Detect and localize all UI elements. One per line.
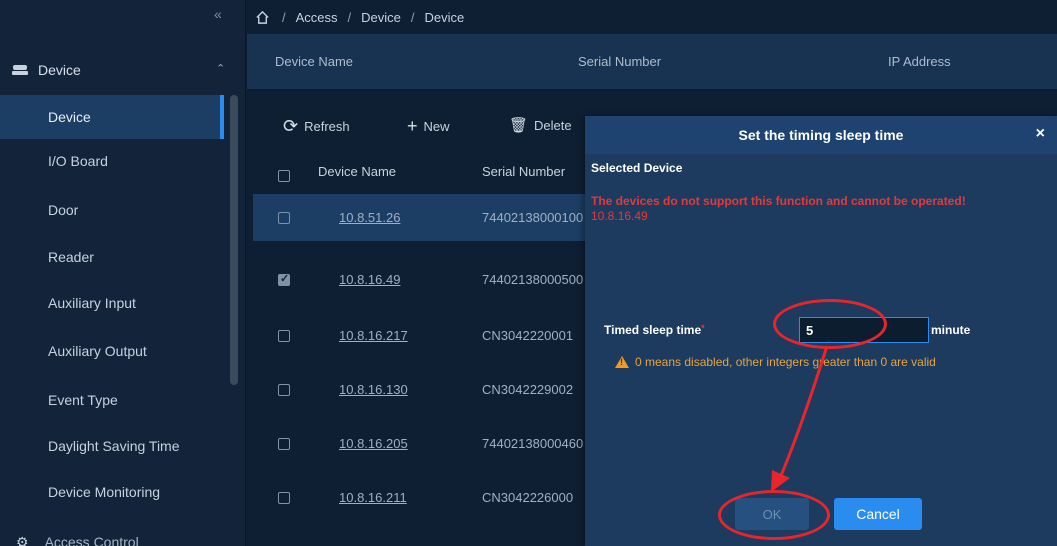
device-name-link[interactable]: 10.8.51.26 xyxy=(339,210,400,225)
sidebar-item-label: Door xyxy=(48,202,79,218)
collapse-sidebar-icon[interactable]: « xyxy=(214,6,222,22)
cancel-button[interactable]: Cancel xyxy=(834,498,922,530)
sidebar-item-device[interactable]: Device xyxy=(0,95,224,139)
unsupported-device-ip: 10.8.16.49 xyxy=(591,209,648,223)
sidebar-item-io-board[interactable]: I/O Board xyxy=(0,139,224,183)
plus-icon: + xyxy=(407,116,418,136)
sidebar-item-label: Reader xyxy=(48,249,94,265)
column-header[interactable]: Device Name xyxy=(318,164,396,179)
table-header: Device Name Serial Number xyxy=(247,152,587,188)
warning-icon xyxy=(615,356,629,368)
close-icon[interactable]: × xyxy=(1036,125,1045,143)
annotation-ring-ok xyxy=(718,490,830,540)
breadcrumb: / Access / Device / Device xyxy=(255,6,464,28)
annotation-ring-input xyxy=(773,299,887,349)
toolbar: ⟳ Refresh + New 🗑 Delete xyxy=(247,108,587,148)
sidebar-item-door[interactable]: Door xyxy=(0,188,224,232)
sidebar: « Device ⌃ Device I/O Board Door Reader … xyxy=(0,0,246,546)
row-checkbox[interactable] xyxy=(278,272,290,286)
serial-number: CN3042229002 xyxy=(482,382,574,397)
trash-icon: 🗑 xyxy=(509,117,529,134)
row-checkbox[interactable] xyxy=(278,492,290,504)
required-mark: * xyxy=(701,323,705,333)
sidebar-item-label: Auxiliary Output xyxy=(48,343,147,359)
sidebar-item-label: Device xyxy=(48,109,91,125)
table-row[interactable]: 10.8.16.217 CN3042220001 xyxy=(253,312,587,359)
refresh-label: Refresh xyxy=(304,119,350,134)
sidebar-group-label: Device xyxy=(38,62,81,78)
sidebar-group-device[interactable]: Device ⌃ xyxy=(0,50,246,90)
gear-icon: ⚙ xyxy=(16,533,29,546)
background-table-header: Device Name Serial Number IP Address xyxy=(247,34,1057,90)
table-row[interactable]: 10.8.16.205 74402138000460 xyxy=(253,420,587,467)
sidebar-group-label: Access Control xyxy=(44,534,139,546)
serial-number: 74402138000500 xyxy=(482,272,584,287)
column-header: Serial Number xyxy=(578,54,662,69)
sidebar-item-reader[interactable]: Reader xyxy=(0,235,224,279)
delete-label: Delete xyxy=(534,117,572,133)
breadcrumb-item[interactable]: Access xyxy=(296,10,338,25)
device-name-link[interactable]: 10.8.16.130 xyxy=(339,382,408,397)
hint-text: 0 means disabled, other integers greater… xyxy=(635,355,936,369)
unit-label: minute xyxy=(931,323,971,337)
sleep-time-label-text: Timed sleep time xyxy=(604,323,702,337)
new-label: New xyxy=(423,119,450,134)
sidebar-item-label: Auxiliary Input xyxy=(48,295,136,311)
dialog-title: Set the timing sleep time xyxy=(738,127,904,143)
breadcrumb-item[interactable]: Device xyxy=(361,10,401,25)
serial-number: 74402138000100 xyxy=(482,210,584,225)
row-checkbox[interactable] xyxy=(278,438,290,450)
unsupported-warning: The devices do not support this function… xyxy=(591,194,966,208)
sidebar-item-auxiliary-input[interactable]: Auxiliary Input xyxy=(0,281,224,325)
sidebar-item-label: Daylight Saving Time xyxy=(48,438,180,454)
table-row[interactable]: 10.8.16.211 CN3042226000 xyxy=(253,474,587,521)
hint-row: 0 means disabled, other integers greater… xyxy=(615,355,936,369)
sidebar-group-access-control[interactable]: ⚙ Access Control xyxy=(0,532,246,546)
device-name-link[interactable]: 10.8.16.217 xyxy=(339,328,408,343)
chevron-up-icon: ⌃ xyxy=(216,63,226,75)
row-checkbox[interactable] xyxy=(278,384,290,396)
refresh-button[interactable]: ⟳ Refresh xyxy=(283,116,350,137)
new-button[interactable]: + New xyxy=(407,116,450,137)
device-name-link[interactable]: 10.8.16.49 xyxy=(339,272,400,287)
sidebar-item-device-monitoring[interactable]: Device Monitoring xyxy=(0,470,224,514)
sidebar-item-daylight-saving-time[interactable]: Daylight Saving Time xyxy=(0,424,224,468)
table-row[interactable]: 10.8.51.26 74402138000100 xyxy=(253,194,587,241)
delete-button[interactable]: 🗑 Delete xyxy=(509,116,572,134)
column-header: IP Address xyxy=(888,54,951,69)
serial-number: 74402138000460 xyxy=(482,436,584,451)
column-header[interactable]: Serial Number xyxy=(482,164,565,179)
table-row[interactable]: 10.8.16.49 74402138000500 xyxy=(253,256,587,303)
sleep-time-label: Timed sleep time* xyxy=(604,323,705,337)
serial-number: CN3042226000 xyxy=(482,490,574,505)
refresh-icon: ⟳ xyxy=(283,116,299,136)
table-row[interactable]: 10.8.16.130 CN3042229002 xyxy=(253,366,587,413)
breadcrumb-separator: / xyxy=(282,9,286,25)
column-header: Device Name xyxy=(275,54,354,69)
home-icon[interactable] xyxy=(255,10,270,25)
device-name-link[interactable]: 10.8.16.205 xyxy=(339,436,408,451)
sidebar-item-event-type[interactable]: Event Type xyxy=(0,378,224,422)
device-name-link[interactable]: 10.8.16.211 xyxy=(339,490,407,505)
sidebar-item-label: Event Type xyxy=(48,392,118,408)
device-icon xyxy=(12,65,30,75)
serial-number: CN3042220001 xyxy=(482,328,574,343)
breadcrumb-separator: / xyxy=(347,9,352,25)
select-all-checkbox[interactable] xyxy=(278,170,290,182)
selected-device-label: Selected Device xyxy=(591,161,683,175)
sidebar-scrollbar[interactable] xyxy=(230,95,238,385)
sidebar-item-auxiliary-output[interactable]: Auxiliary Output xyxy=(0,329,224,373)
row-checkbox[interactable] xyxy=(278,330,290,342)
dialog-title-bar: Set the timing sleep time × xyxy=(585,116,1057,154)
row-checkbox[interactable] xyxy=(278,212,290,224)
sidebar-item-label: I/O Board xyxy=(48,153,108,169)
breadcrumb-item: Device xyxy=(424,9,465,25)
sidebar-item-label: Device Monitoring xyxy=(48,484,161,500)
breadcrumb-separator: / xyxy=(410,9,415,25)
